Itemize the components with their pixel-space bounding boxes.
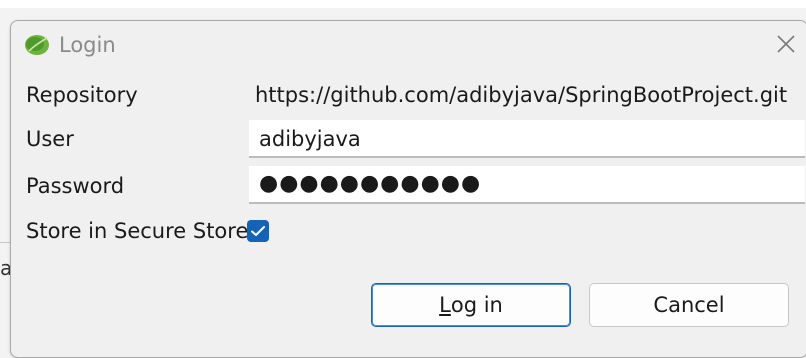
store-secure-checkbox[interactable] bbox=[247, 220, 269, 242]
user-field[interactable]: adibyjava bbox=[249, 120, 805, 158]
repository-label: Repository bbox=[26, 83, 138, 107]
dialog-title: Login bbox=[59, 33, 116, 57]
cancel-button[interactable]: Cancel bbox=[589, 283, 789, 327]
login-button[interactable]: Log in bbox=[371, 283, 571, 327]
user-label: User bbox=[26, 127, 74, 151]
title-bar: Login bbox=[11, 21, 806, 69]
close-icon[interactable] bbox=[771, 29, 801, 59]
login-dialog: Login Repository https://github.com/adib… bbox=[10, 20, 806, 358]
user-field-value: adibyjava bbox=[259, 127, 361, 151]
password-field-value: ●●●●●●●●●●● bbox=[259, 171, 482, 196]
checkmark-icon bbox=[251, 226, 265, 236]
store-secure-label: Store in Secure Store bbox=[26, 219, 249, 243]
password-label: Password bbox=[26, 174, 125, 198]
password-field[interactable]: ●●●●●●●●●●● bbox=[249, 166, 805, 204]
spring-leaf-icon bbox=[25, 35, 49, 55]
login-label: og in bbox=[450, 293, 503, 317]
top-strip bbox=[0, 0, 806, 8]
repository-url: https://github.com/adibyjava/SpringBootP… bbox=[255, 83, 788, 107]
login-mnemonic: L bbox=[439, 293, 451, 317]
